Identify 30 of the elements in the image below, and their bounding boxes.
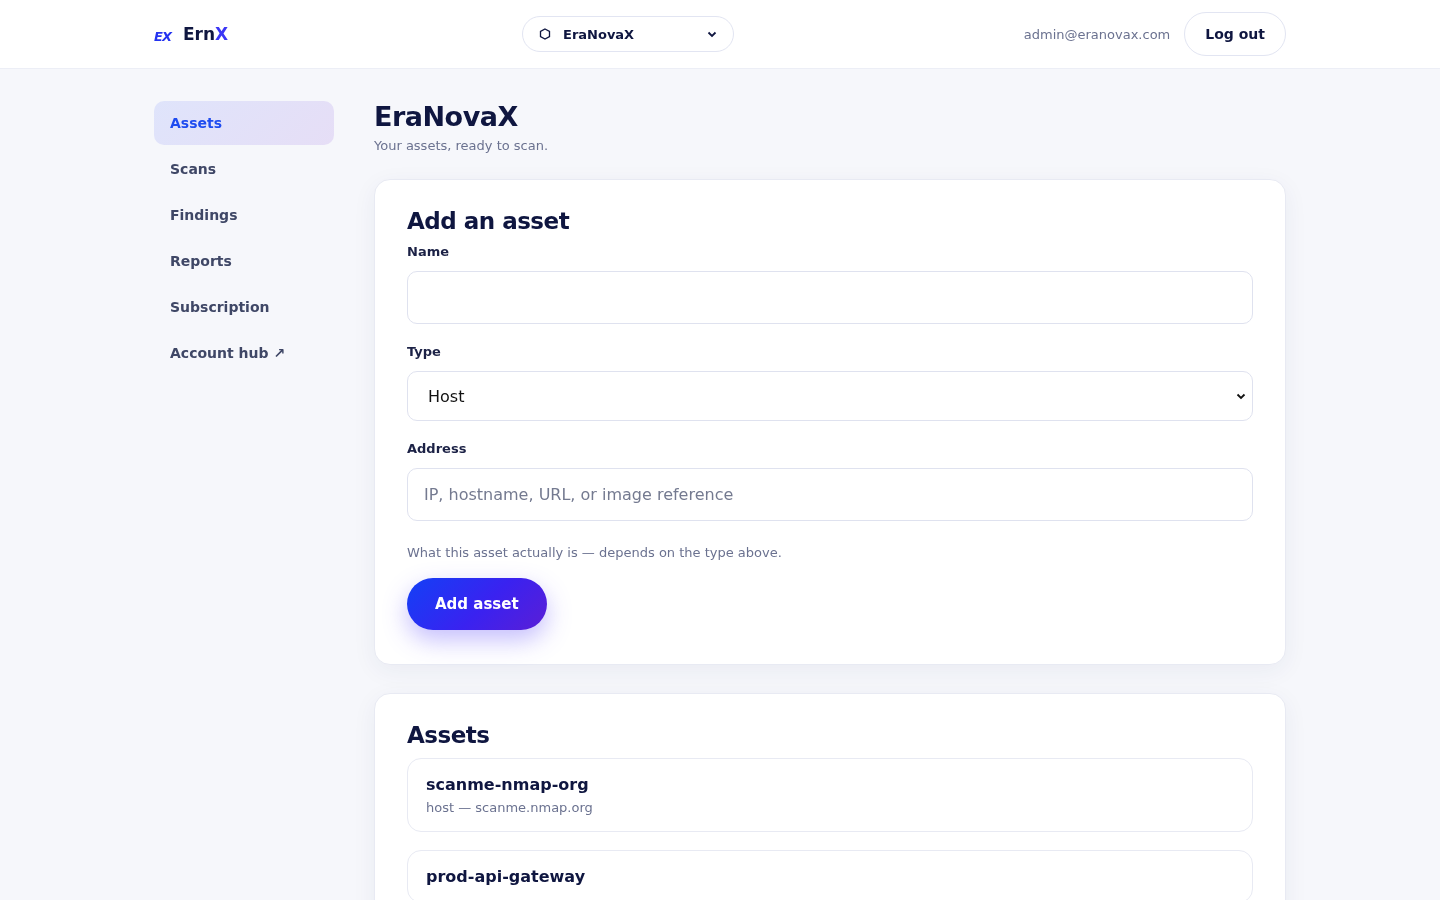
- brand-name: ErnX: [182, 24, 229, 44]
- asset-detail: host — scanme.nmap.org: [426, 800, 594, 815]
- logout-button[interactable]: Log out: [1184, 12, 1286, 56]
- field-hint: What this asset actually is — depends on the type above.: [407, 545, 783, 560]
- sidebar-item[interactable]: Subscription: [154, 285, 334, 329]
- sidebar-item[interactable]: Scans: [154, 147, 334, 191]
- logo-mark: EX: [154, 27, 171, 44]
- field-label: Address: [407, 441, 468, 456]
- card-title: Add an asset: [407, 208, 571, 234]
- text-input[interactable]: IP, hostname, URL, or image reference: [407, 468, 1253, 521]
- asset-name: prod-api-gateway: [426, 867, 587, 886]
- page-title: EraNovaX: [374, 101, 519, 132]
- sidebar-item[interactable]: Account hub ↗: [154, 331, 334, 375]
- field-label: Name: [407, 244, 450, 259]
- add-asset-button[interactable]: Add asset: [407, 578, 547, 630]
- sidebar-item[interactable]: Findings: [154, 193, 334, 237]
- page-subtitle: Your assets, ready to scan.: [374, 138, 550, 153]
- type-select[interactable]: Host: [407, 371, 1253, 421]
- chevron-down-icon: [1236, 392, 1246, 400]
- text-input[interactable]: [407, 271, 1253, 324]
- asset-name: scanme-nmap-org: [426, 775, 590, 794]
- hexagon-icon: [539, 28, 551, 40]
- user-email: admin@eranovax.com: [1023, 26, 1171, 42]
- asset-item[interactable]: scanme-nmap-org host — scanme.nmap.org: [407, 758, 1253, 832]
- sidebar-item[interactable]: Assets: [154, 101, 334, 145]
- field-label: Type: [407, 344, 442, 359]
- chevron-down-icon: [707, 30, 717, 38]
- workspace-dropdown[interactable]: EraNovaX: [522, 16, 734, 52]
- card-title: Assets: [407, 722, 491, 748]
- sidebar-item[interactable]: Reports: [154, 239, 334, 283]
